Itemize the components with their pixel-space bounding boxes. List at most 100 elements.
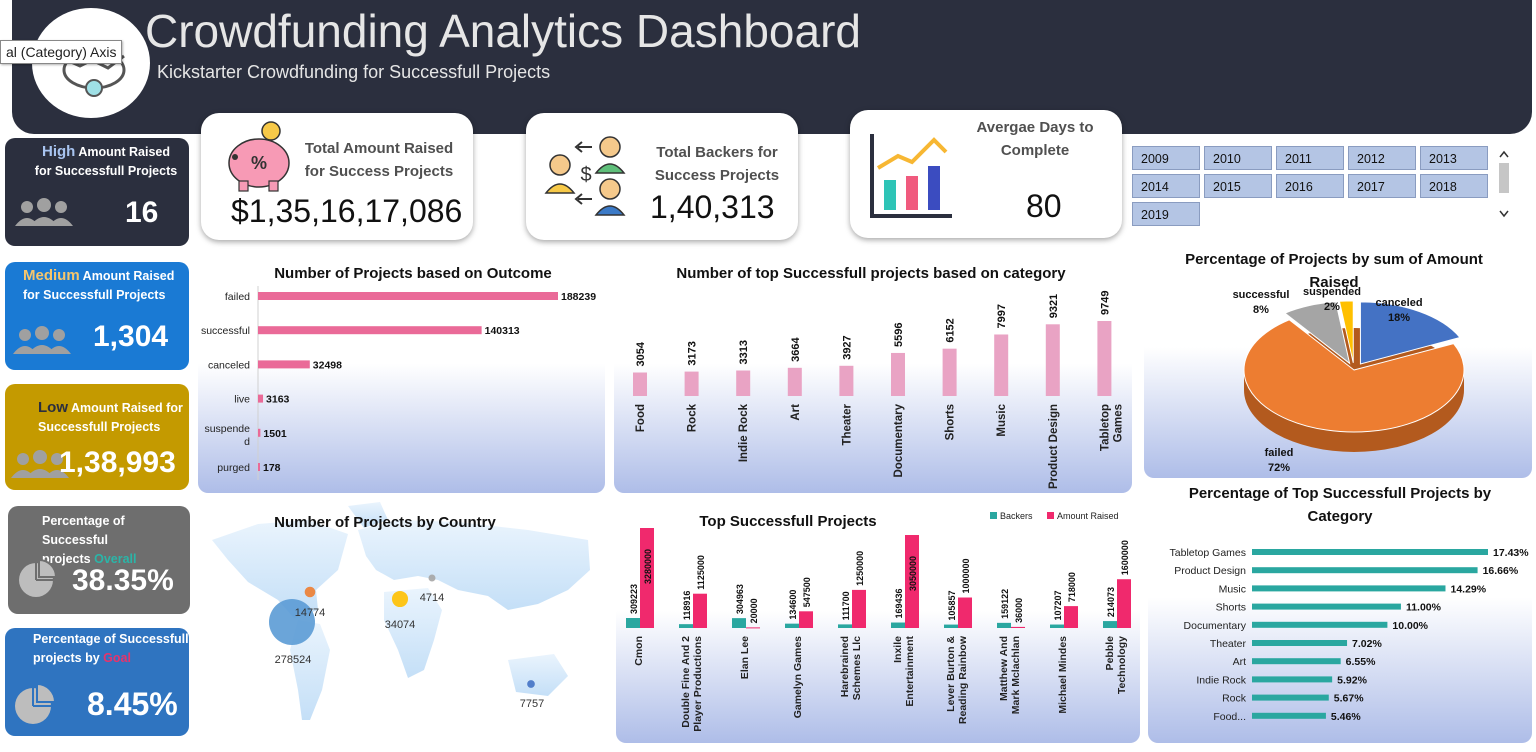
year-2019-button[interactable]: 2019 <box>1132 202 1200 226</box>
category-value-label: 9749 <box>1099 291 1111 315</box>
percentage-category-label: Tabletop Games <box>1170 547 1246 559</box>
legend-label: Amount Raised <box>1057 511 1119 521</box>
year-2009-button[interactable]: 2009 <box>1132 146 1200 170</box>
amount-bar <box>799 611 813 628</box>
low-amount-value: 1,38,993 <box>59 446 176 479</box>
country-bubble <box>269 599 315 645</box>
project-axis-label: Cmon <box>633 636 645 666</box>
outcome-category-label: successful <box>201 325 250 337</box>
percentage-bar <box>1252 621 1388 628</box>
svg-text:%: % <box>251 153 267 173</box>
backers-bar <box>626 618 640 628</box>
pie-percent-label: 72% <box>1268 462 1290 474</box>
year-2012-button[interactable]: 2012 <box>1348 146 1416 170</box>
outcome-bar <box>258 428 261 437</box>
category-value-label: 3173 <box>687 341 699 365</box>
backers-bar <box>785 623 799 628</box>
percentage-value-label: 5.92% <box>1337 674 1367 686</box>
pie-category-label: suspended <box>1303 286 1361 298</box>
project-axis-label: Reading Rainbow <box>957 635 969 724</box>
project-axis-label: Lever Burton & <box>945 636 957 712</box>
project-axis-label: Elan Lee <box>739 636 751 679</box>
slicer-scrollbar[interactable] <box>1496 145 1512 223</box>
percentage-value-label: 17.43% <box>1493 547 1529 559</box>
category-axis-label: Games <box>1112 404 1124 442</box>
category-axis-label: Documentary <box>893 403 905 477</box>
pie-category-label: failed <box>1265 447 1294 459</box>
percentage-bar <box>1252 694 1329 701</box>
amount-value-label: 1000000 <box>961 558 971 593</box>
amount-value-label: 718000 <box>1067 572 1077 602</box>
amount-value-label: 1250000 <box>855 551 865 586</box>
outcome-value-label: 188239 <box>561 291 596 303</box>
category-axis-label: Theater <box>841 403 853 445</box>
high-amount-label: High Amount Raised for Successfull Projec… <box>34 143 178 178</box>
year-2016-button[interactable]: 2016 <box>1276 174 1344 198</box>
year-2010-button[interactable]: 2010 <box>1204 146 1272 170</box>
category-bar <box>736 370 751 396</box>
outcome-bar <box>258 394 264 403</box>
chevron-up-icon <box>1499 150 1509 158</box>
outcome-value-label: 140313 <box>485 325 520 337</box>
outcome-category-label: purged <box>217 462 250 474</box>
category-axis-label: Product Design <box>1048 404 1060 489</box>
svg-text:$: $ <box>580 164 591 186</box>
category-value-label: 6152 <box>945 318 957 342</box>
year-2014-button[interactable]: 2014 <box>1132 174 1200 198</box>
year-2011-button[interactable]: 2011 <box>1276 146 1344 170</box>
amount-bar <box>746 627 760 629</box>
kpi-total-amount-card: % Total Amount Raised for Success Project… <box>201 113 473 240</box>
kpi-days-label: Avergae Days to Complete <box>976 119 1094 159</box>
percentage-category-label: Theater <box>1210 638 1247 650</box>
backers-value-label: 118916 <box>682 591 692 621</box>
category-axis-label: Indie Rock <box>738 403 750 462</box>
amount-bar <box>1064 606 1078 628</box>
category-bar-chart: 3054 Food 3173 Rock 3313 Indie Rock 3664 Art 392… <box>633 291 1124 489</box>
pie-percent-label: 2% <box>1324 301 1340 313</box>
kpi-amount-value: $1,35,16,17,086 <box>231 193 463 229</box>
percentage-category-label: Food... <box>1213 711 1246 723</box>
amount-bar <box>693 593 707 628</box>
year-2013-button[interactable]: 2013 <box>1420 146 1488 170</box>
percentage-value-label: 6.55% <box>1346 656 1376 668</box>
backers-value-label: 169436 <box>894 588 904 618</box>
backers-bar <box>891 622 905 628</box>
project-axis-label: Mark Mclachlan <box>1010 636 1022 714</box>
project-axis-label: Gamelyn Games <box>792 636 804 718</box>
outcome-category-label: failed <box>225 291 250 303</box>
backers-value-label: 159122 <box>1000 589 1010 619</box>
category-value-label: 3927 <box>841 335 853 359</box>
top-projects-panel: Top Successfull Projects Backers Amount R… <box>616 503 1140 743</box>
percentage-category-label: Rock <box>1222 693 1247 705</box>
medium-amount-value: 1,304 <box>93 320 169 353</box>
year-2015-button[interactable]: 2015 <box>1204 174 1272 198</box>
year-2017-button[interactable]: 2017 <box>1348 174 1416 198</box>
project-axis-label: Inxile <box>892 636 904 663</box>
project-axis-label: Schemes Llc <box>851 636 863 700</box>
outcome-chart-panel: Number of Projects based on Outcome fail… <box>198 258 605 493</box>
category-value-label: 3054 <box>635 341 647 366</box>
category-axis-label: Shorts <box>945 404 957 440</box>
backers-bar <box>679 624 693 628</box>
amount-value-label: 36000 <box>1014 598 1024 623</box>
backers-bar <box>838 624 852 628</box>
overall-percentage-label: Percentage of Successful projects Overall <box>42 514 137 566</box>
category-value-label: 5596 <box>893 322 905 346</box>
outcome-category-label: d <box>244 436 250 448</box>
top-projects-bar-chart: Backers Amount Raised 309223 3280000 Cmon 118… <box>626 511 1131 732</box>
category-axis-label: Art <box>790 404 802 421</box>
year-2018-button[interactable]: 2018 <box>1420 174 1488 198</box>
amount-value-label: 20000 <box>749 598 759 623</box>
country-bubble <box>527 680 535 688</box>
percentage-bar <box>1252 585 1446 592</box>
percentage-bar <box>1252 640 1348 646</box>
percentage-value-label: 7.02% <box>1352 638 1382 650</box>
country-bubble <box>391 590 409 608</box>
legend-label: Backers <box>1000 511 1033 521</box>
outcome-bar <box>258 360 310 369</box>
project-axis-label: Matthew And <box>998 636 1010 701</box>
amount-value-label: 1600000 <box>1120 540 1130 575</box>
percentage-bar <box>1252 676 1333 683</box>
project-axis-label: Harebrained <box>839 636 851 697</box>
project-axis-label: Entertainment <box>904 635 916 706</box>
